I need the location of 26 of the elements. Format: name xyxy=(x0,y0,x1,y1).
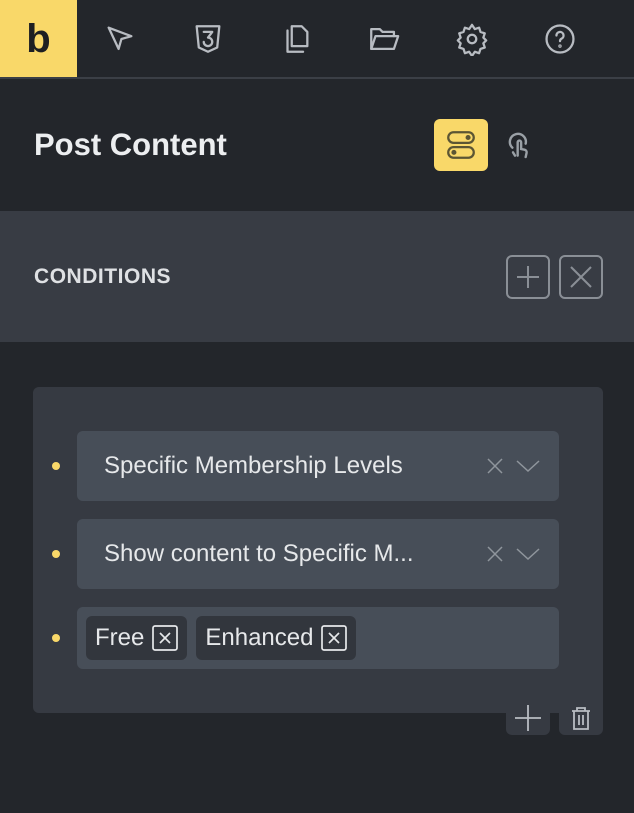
condition-select[interactable]: Show content to Specific M... xyxy=(77,519,559,589)
tags-field[interactable]: Free Enhanced xyxy=(77,607,559,669)
remove-tag-icon[interactable] xyxy=(321,625,348,651)
condition-select[interactable]: Specific Membership Levels xyxy=(77,431,559,501)
panel-title: Post Content xyxy=(34,126,227,164)
close-icon xyxy=(569,264,593,288)
logo[interactable]: b xyxy=(0,0,77,77)
clear-icon[interactable] xyxy=(485,456,505,476)
plus-icon xyxy=(514,704,542,732)
conditions-tab[interactable] xyxy=(434,119,488,171)
trash-icon xyxy=(569,704,593,730)
section-heading: CONDITIONS xyxy=(34,264,172,290)
remove-tag-icon[interactable] xyxy=(152,625,178,651)
clear-icon[interactable] xyxy=(485,544,505,564)
plus-icon xyxy=(516,264,540,288)
tag-label: Enhanced xyxy=(205,623,314,653)
help-icon[interactable] xyxy=(543,22,577,56)
chevron-down-icon[interactable] xyxy=(515,458,541,474)
close-button[interactable] xyxy=(559,254,603,298)
toggles-icon xyxy=(444,128,478,162)
add-button[interactable] xyxy=(506,254,550,298)
select-value: Specific Membership Levels xyxy=(104,451,404,481)
tag-label: Free xyxy=(95,623,144,653)
settings-icon[interactable] xyxy=(455,22,489,56)
select-value: Show content to Specific M... xyxy=(104,539,414,569)
chevron-down-icon[interactable] xyxy=(515,546,541,562)
